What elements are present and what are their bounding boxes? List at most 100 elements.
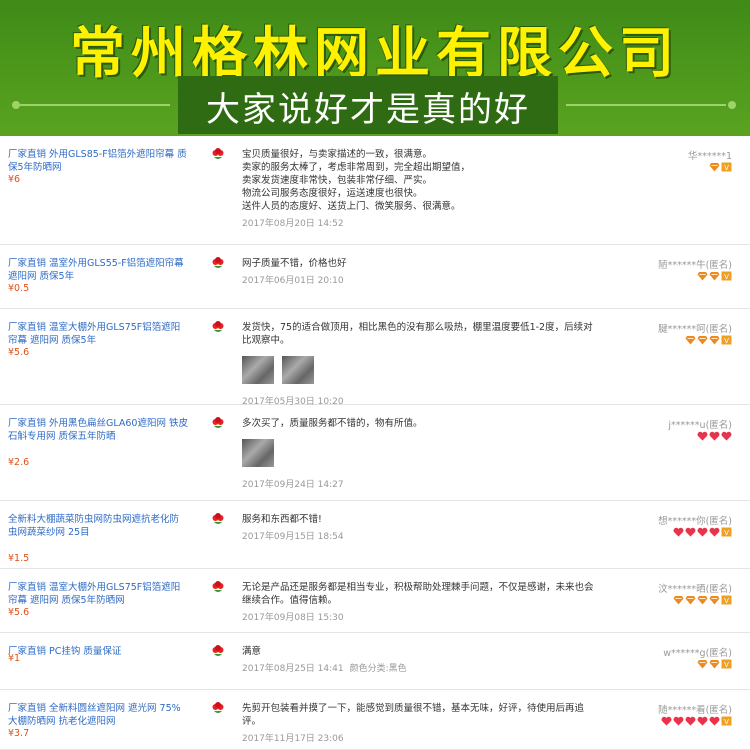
review-row: 全新料大棚蔬菜防虫网防虫网遮抗老化防虫网蔬菜纱网 25目 ¥1.5 服务和东西都不错… [0,501,750,569]
decor-line-left [20,104,170,106]
review-photo-thumbnail[interactable] [242,356,274,384]
flower-rating-icon [212,257,224,268]
heart-badge-icon [697,431,708,441]
product-title-link[interactable]: 全新料大棚蔬菜防虫网防虫网遮抗老化防虫网蔬菜纱网 25目 [8,513,188,539]
svg-text:V: V [724,273,729,281]
svg-text:V: V [724,529,729,537]
review-date-text: 2017年09月08日 15:30 [242,613,344,623]
heart-badge-icon [709,527,720,537]
review-photos [242,356,314,384]
product-title-link[interactable]: 厂家直销 温室大棚外用GLS75F铝箔遮阳帘幕 遮阳网 质保5年 [8,321,188,347]
vip-badge-icon: V [721,595,732,605]
heart-badge-icon [697,527,708,537]
review-date: 2017年06月01日 20:10 [242,273,344,286]
reviewer-name: 陋******牛(匿名) [658,260,732,271]
product-price: ¥1.5 [8,553,30,564]
vip-badge-icon: V [721,716,732,726]
diamond-badge-icon [709,660,720,669]
review-date-text: 2017年11月17日 23:06 [242,734,344,744]
reviewer-name: w******g(匿名) [663,648,732,659]
review-row: 厂家直销 温室大棚外用GLS75F铝箔遮阳帘幕 遮阳网 质保5年防晒网 ¥5.6 无… [0,569,750,633]
svg-text:V: V [724,597,729,605]
heart-badge-icon [721,431,732,441]
review-comment: 多次买了，质量服务都不错的，物有所值。 [242,418,423,429]
review-comment: 发货快，75的适合做顶用，相比黑色的没有那么吸热，棚里温度要低1-2度，后续对 … [242,322,593,346]
product-title-link[interactable]: 厂家直销 外用GLS85-F铝箔外遮阳帘幕 质保5年防晒网 [8,148,188,174]
reviewer-name: 华******1 [687,151,732,162]
review-list: 厂家直销 外用GLS85-F铝箔外遮阳帘幕 质保5年防晒网 ¥6 宝贝质量很好，与卖… [0,136,750,750]
product-price: ¥2.6 [8,457,30,468]
diamond-badge-icon [709,596,720,605]
vip-badge-icon: V [721,162,732,172]
svg-text:V: V [724,718,729,726]
heart-badge-icon [673,527,684,537]
product-price: ¥6 [8,174,21,185]
product-title-link[interactable]: 厂家直销 外用黑色扁丝GLA60遮阳网 铁皮石斛专用网 质保五年防晒 [8,417,188,443]
diamond-badge-icon [709,163,720,172]
review-row: 厂家直销 外用黑色扁丝GLA60遮阳网 铁皮石斛专用网 质保五年防晒 ¥2.6 多次… [0,405,750,501]
svg-text:V: V [724,661,729,669]
review-comment: 服务和东西都不错! [242,514,322,525]
review-date-text: 2017年08月20日 14:52 [242,219,344,229]
product-title-link[interactable]: 厂家直销 PC挂钩 质量保证 [8,645,188,658]
diamond-badge-icon [697,272,708,281]
review-photo-thumbnail[interactable] [242,439,274,467]
flower-rating-icon [212,321,224,332]
reviewer-credit-badges [697,431,732,441]
heart-badge-icon [709,716,720,726]
reviewer-name: 随******看(匿名) [658,705,732,716]
decor-dot-left [12,101,20,109]
diamond-badge-icon [685,596,696,605]
review-date: 2017年11月17日 23:06 [242,731,344,744]
review-comment: 宝贝质量很好，与卖家描述的一致，很满意。 卖家的服务太棒了，考虑非常周到，完全超… [242,149,471,212]
diamond-badge-icon [709,336,720,345]
review-date-text: 2017年06月01日 20:10 [242,276,344,286]
review-comment: 先剪开包装看并摸了一下，能感觉到质量很不错，基本无味，好评，待使用后再追 评。 [242,703,585,727]
diamond-badge-icon [709,272,720,281]
reviewer-name: 汶******晒(匿名) [658,584,732,595]
review-row: 厂家直销 温室外用GLS55-F铝箔遮阳帘幕 遮阳网 质保5年 ¥0.5 网子质量不… [0,245,750,309]
review-date-text: 2017年08月25日 14:41 [242,664,344,674]
reviewer-credit-badges: V [685,335,732,345]
review-photos [242,439,274,467]
review-date: 2017年09月08日 15:30 [242,610,344,623]
reviewer-credit-badges: V [673,595,732,605]
product-price: ¥0.5 [8,283,30,294]
review-row: 厂家直销 PC挂钩 质量保证 ¥1 满意 2017年08月25日 14:41 颜色分类:… [0,633,750,690]
heart-badge-icon [673,716,684,726]
decor-line-right [566,104,726,106]
review-date-text: 2017年09月15日 18:54 [242,532,344,542]
diamond-badge-icon [673,596,684,605]
review-date: 2017年08月25日 14:41 颜色分类:黑色 [242,661,407,674]
flower-rating-icon [212,148,224,159]
review-row: 厂家直销 外用GLS85-F铝箔外遮阳帘幕 质保5年防晒网 ¥6 宝贝质量很好，与卖… [0,136,750,245]
sku-variant: 颜色分类:黑色 [349,664,407,674]
diamond-badge-icon [697,336,708,345]
reviewer-credit-badges: V [673,527,732,537]
flower-rating-icon [212,581,224,592]
reviewer-credit-badges: V [661,716,732,726]
review-row: 厂家直销 温室大棚外用GLS75F铝箔遮阳帘幕 遮阳网 质保5年 ¥5.6 发货快，… [0,309,750,407]
svg-text:V: V [724,164,729,172]
review-comment: 无论是产品还是服务都是相当专业，积极帮助处理棘手问题，不仅是感谢，未来也会 继续… [242,582,594,606]
heart-badge-icon [685,716,696,726]
product-title-link[interactable]: 厂家直销 全新料圆丝遮阳网 遮光网 75%大棚防晒网 抗老化遮阳网 [8,702,188,728]
reviewer-credit-badges: V [709,162,732,172]
reviewer-credit-badges: V [697,659,732,669]
review-photo-thumbnail[interactable] [282,356,314,384]
product-title-link[interactable]: 厂家直销 温室外用GLS55-F铝箔遮阳帘幕 遮阳网 质保5年 [8,257,188,283]
flower-rating-icon [212,417,224,428]
heart-badge-icon [709,431,720,441]
heart-badge-icon [661,716,672,726]
product-title-link[interactable]: 厂家直销 温室大棚外用GLS75F铝箔遮阳帘幕 遮阳网 质保5年防晒网 [8,581,188,607]
review-date: 2017年09月24日 14:27 [242,477,344,490]
vip-badge-icon: V [721,527,732,537]
review-row: 厂家直销 全新料圆丝遮阳网 遮光网 75%大棚防晒网 抗老化遮阳网 ¥3.7 先剪开… [0,690,750,750]
diamond-badge-icon [697,596,708,605]
product-price: ¥5.6 [8,347,30,358]
review-comment: 满意 [242,646,262,657]
vip-badge-icon: V [721,335,732,345]
diamond-badge-icon [697,660,708,669]
reviewer-name: 想******你(匿名) [658,516,732,527]
vip-badge-icon: V [721,659,732,669]
